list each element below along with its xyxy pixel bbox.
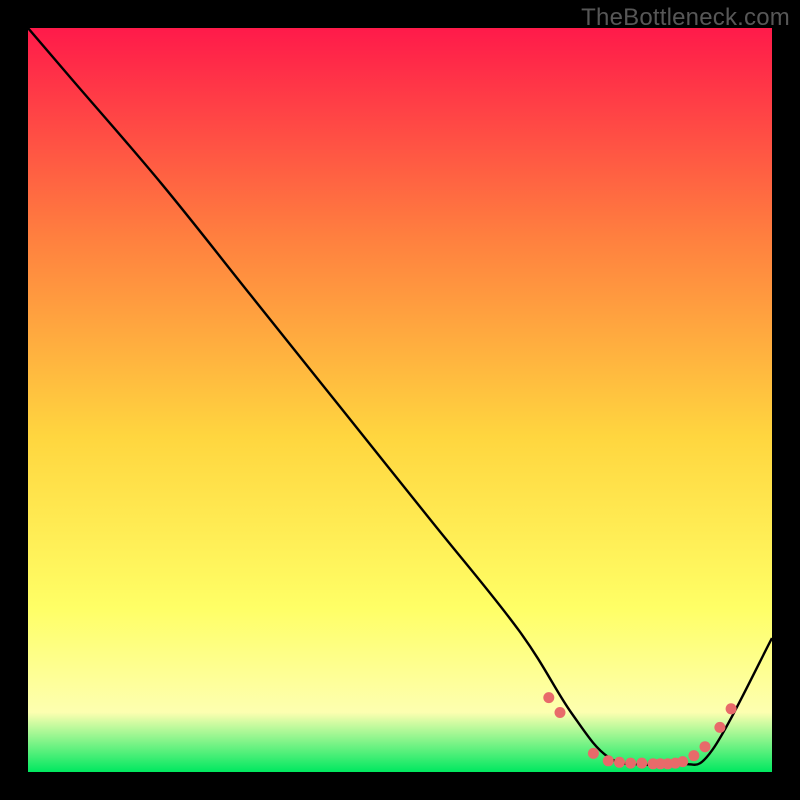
watermark-text: TheBottleneck.com — [581, 4, 790, 32]
marker-point — [636, 758, 647, 769]
marker-point — [555, 707, 566, 718]
marker-point — [677, 756, 688, 767]
marker-point — [614, 757, 625, 768]
marker-point — [726, 703, 737, 714]
marker-point — [543, 692, 554, 703]
marker-point — [700, 741, 711, 752]
plot-area — [28, 28, 772, 772]
marker-point — [603, 755, 614, 766]
bottleneck-curve — [28, 28, 772, 766]
marker-point — [625, 758, 636, 769]
marker-point — [714, 722, 725, 733]
marker-point — [688, 750, 699, 761]
chart-svg — [28, 28, 772, 772]
marker-point — [588, 748, 599, 759]
chart-frame: TheBottleneck.com — [0, 0, 800, 800]
